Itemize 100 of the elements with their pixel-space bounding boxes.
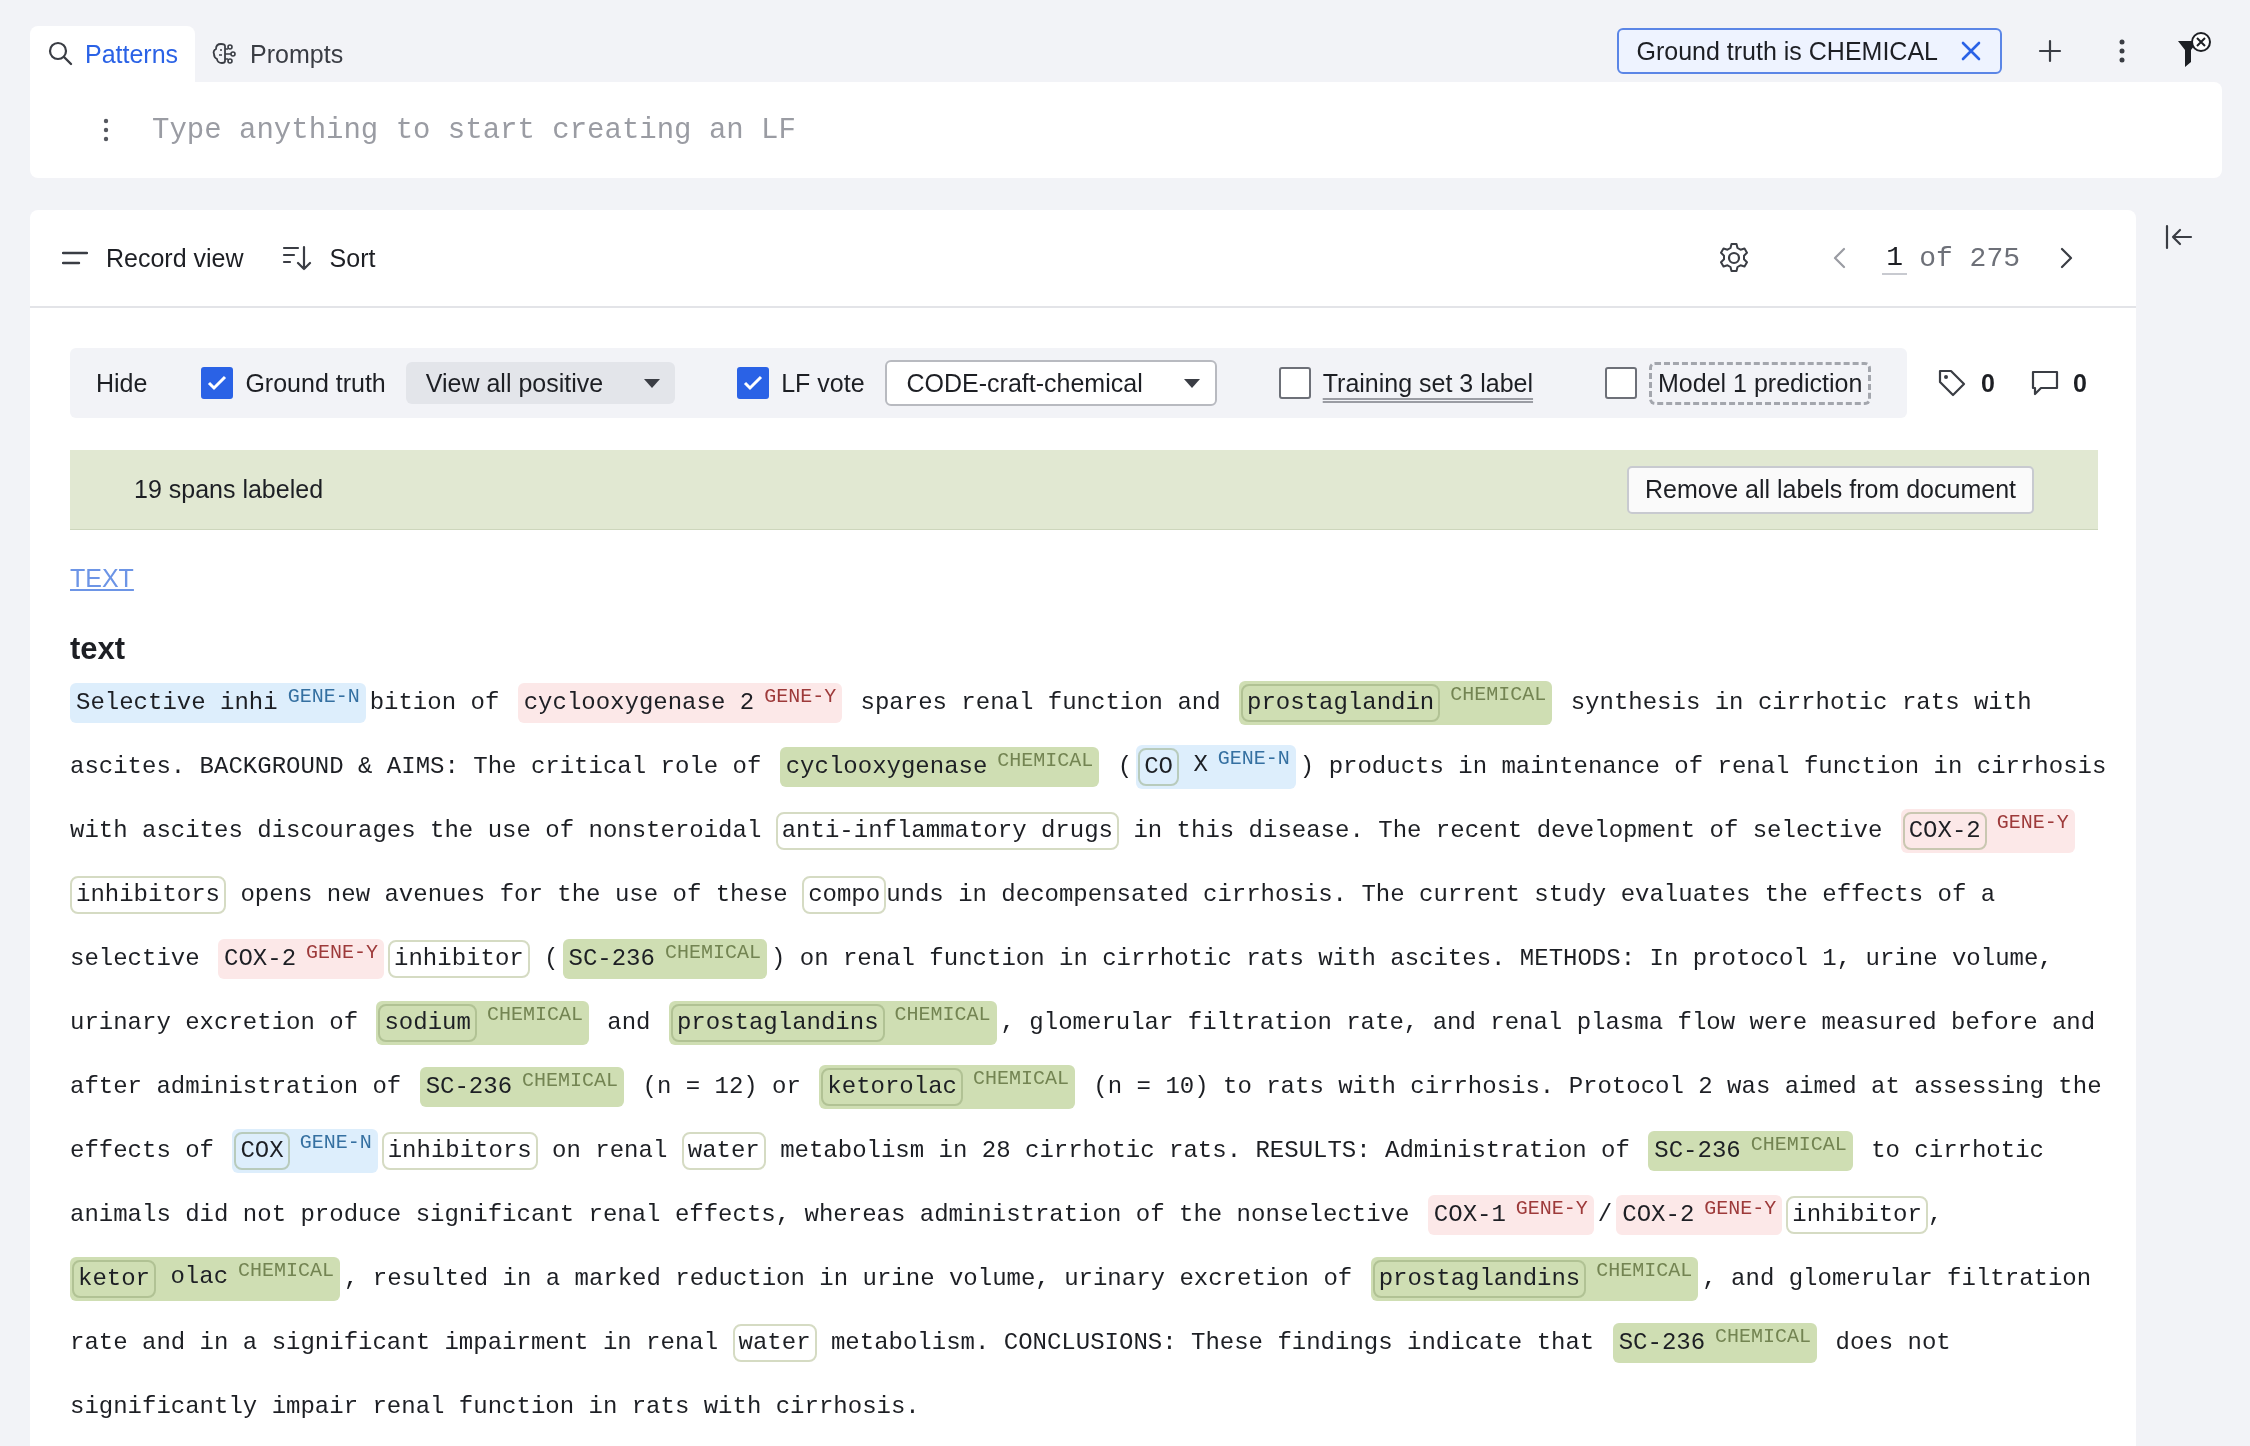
lf-vote-outline: prostaglandins — [1372, 1260, 1587, 1298]
entity-tag: CHEMICAL — [238, 1260, 335, 1282]
lf-vote-outline: water — [732, 1324, 817, 1362]
entity-text: cyclooxygenase — [785, 752, 988, 782]
more-icon[interactable] — [2118, 38, 2126, 64]
entity-tag: CHEMICAL — [1450, 684, 1547, 706]
lf-vote-outline: prostaglandin — [1241, 684, 1441, 722]
checkbox-label: LF vote — [781, 368, 865, 398]
lf-vote-outline: anti-inflammatory drugs — [775, 812, 1119, 850]
dropdown[interactable]: View all positive — [405, 362, 676, 404]
lf-vote-outline: inhibitors — [70, 876, 227, 914]
checkbox-label: Ground truth — [245, 368, 386, 398]
add-icon[interactable] — [2038, 39, 2062, 63]
remove-labels-button[interactable]: Remove all labels from document — [1627, 465, 2034, 514]
entity-tag: GENE-Y — [1996, 812, 2069, 834]
checkbox[interactable] — [737, 367, 770, 399]
document-text: ( — [543, 944, 559, 974]
document-text: to cirrhotic — [1870, 1136, 2044, 1166]
entity-tag: GENE-N — [287, 686, 360, 708]
document-text: bition of — [369, 688, 501, 718]
entity-text: SC-236 — [425, 1072, 513, 1102]
entity-text: SC-236 — [1654, 1136, 1741, 1166]
entity-tag: CHEMICAL — [972, 1068, 1069, 1090]
search-icon — [47, 40, 75, 68]
entity-text: olac — [169, 1262, 229, 1292]
document-text: animals did not produce significant renal effects, whereas administration of the nonselective — [70, 1200, 1411, 1230]
entity-text: cyclooxygenase 2 — [523, 688, 755, 718]
caret-down-icon — [643, 377, 662, 389]
document-text: , glomerular filtration rate, and renal plasma flow were measured before and — [1000, 1008, 2096, 1038]
entity-text: SC-236 — [1618, 1328, 1706, 1358]
entity-tag: GENE-Y — [764, 686, 837, 708]
lf-input[interactable]: Type anything to start creating an LF — [152, 100, 2178, 160]
entity-text: COX-2 — [1622, 1200, 1695, 1230]
checkbox-label: Model 1 prediction — [1649, 361, 1872, 405]
entity-tag: CHEMICAL — [894, 1004, 991, 1026]
tag-icon — [1937, 368, 1967, 398]
entity-tag: CHEMICAL — [1715, 1326, 1812, 1348]
lf-vote-outline: CO — [1138, 748, 1179, 786]
entity-text: COX-1 — [1433, 1200, 1506, 1230]
checkbox[interactable] — [201, 367, 234, 399]
entity-tag: CHEMICAL — [997, 750, 1094, 772]
sort-button[interactable]: Sort — [277, 237, 380, 279]
document-text: , — [1927, 1200, 1943, 1230]
document-text: , resulted in a marked reduction in urine volume, urinary excretion of — [344, 1264, 1354, 1294]
document-text: / — [1597, 1200, 1613, 1230]
document-text: spares renal function and — [859, 688, 1222, 718]
chevron-right-icon[interactable] — [2060, 247, 2074, 269]
checkbox[interactable] — [1605, 367, 1638, 399]
chevron-left-icon[interactable] — [1832, 247, 1847, 269]
document-text: metabolism. CONCLUSIONS: These findings indicate that — [829, 1328, 1596, 1358]
page-number[interactable]: 1 — [1882, 241, 1908, 275]
entity-tag: CHEMICAL — [1596, 1260, 1693, 1282]
hide-label: Hide — [96, 368, 148, 398]
check-icon — [207, 375, 228, 391]
entity-tag: GENE-Y — [1515, 1198, 1588, 1220]
collapse-panel-icon[interactable] — [2165, 224, 2193, 250]
lf-vote-outline: COX-2 — [1902, 812, 1987, 850]
document-text: selective — [70, 944, 201, 974]
close-icon[interactable] — [1960, 40, 1982, 62]
document-text: (n = 10) to rats with cirrhosis. Protocol 2 was aimed at assessing the — [1092, 1072, 2102, 1102]
tag-count: 0 — [1981, 368, 1995, 398]
entity-tag: GENE-N — [299, 1132, 372, 1154]
document-text: synthesis in cirrhotic rats with — [1569, 688, 2032, 718]
page-total: of 275 — [1919, 242, 2020, 274]
lf-vote-outline: sodium — [378, 1004, 477, 1042]
document-text: ascites. BACKGROUND & AIMS: The critical role of — [70, 752, 763, 782]
lf-vote-outline: inhibitor — [1786, 1196, 1928, 1234]
document-text: ) products in maintenance of renal function in cirrhosis — [1299, 752, 2107, 782]
lf-vote-outline: ketorolac — [821, 1068, 963, 1106]
document-text: (n = 12) or — [641, 1072, 802, 1102]
entity-tag: CHEMICAL — [522, 1070, 619, 1092]
entity-text: COX-2 — [224, 944, 297, 974]
tab[interactable]: Prompts — [195, 26, 361, 82]
document-text: ( — [1116, 752, 1133, 782]
lf-vote-outline: inhibitors — [381, 1132, 538, 1170]
caret-down-icon — [1182, 377, 1201, 389]
document-text: urinary excretion of — [70, 1008, 360, 1038]
document-text: ) on renal function in cirrhotic rats with ascites. METHODS: In protocol 1, urine volume, — [770, 944, 2053, 974]
lf-input-field[interactable]: Type anything to start creating an LF — [30, 82, 2222, 178]
dropdown[interactable]: CODE-craft-chemical — [884, 360, 1217, 406]
document-text: opens new avenues for the use of these — [239, 880, 789, 910]
lines-icon — [62, 251, 88, 265]
record-view-button[interactable]: Record view — [58, 237, 248, 279]
entity-text: X — [1192, 750, 1208, 780]
lf-vote-outline: compo — [802, 876, 887, 914]
entity-tag: GENE-Y — [306, 942, 379, 964]
checkbox[interactable] — [1278, 367, 1311, 399]
more-icon[interactable] — [102, 117, 110, 143]
lf-vote-outline: COX — [234, 1132, 290, 1170]
entity-tag: GENE-Y — [1704, 1198, 1777, 1220]
settings-icon[interactable] — [1718, 242, 1751, 274]
document-text: in this disease. The recent development of selective — [1132, 816, 1884, 846]
sort-icon — [281, 245, 312, 271]
lf-vote-outline: ketor — [72, 1260, 156, 1298]
entity-tag: CHEMICAL — [1750, 1134, 1847, 1156]
document-text: does not — [1834, 1328, 1951, 1358]
tab[interactable]: Patterns — [30, 26, 196, 82]
document-text: on renal — [551, 1136, 669, 1166]
checkbox-label: Training set 3 label — [1322, 368, 1534, 398]
entity-text: SC-236 — [568, 944, 655, 974]
